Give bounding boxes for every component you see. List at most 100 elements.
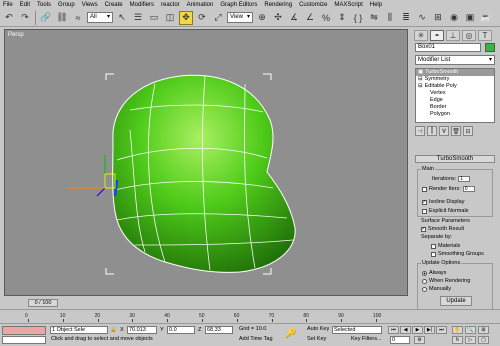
maxscript-mini-listener[interactable] [2, 336, 46, 344]
iterations-spinner[interactable]: 1 [458, 176, 471, 182]
selection-filter-dropdown[interactable]: All ▾ [87, 12, 113, 23]
always-radio[interactable] [422, 270, 427, 276]
track-bar[interactable]: 0 10 20 30 40 50 60 70 80 90 100 [0, 309, 500, 322]
make-unique-icon[interactable]: ∀ [439, 126, 449, 136]
quick-render-icon[interactable]: ☕ [479, 11, 493, 25]
smooth-result-checkbox[interactable]: ✓ [421, 226, 426, 232]
menu-item-views[interactable]: Views [82, 2, 98, 8]
perspective-viewport[interactable]: Persp [4, 29, 408, 296]
current-frame-field[interactable]: 0 [390, 336, 410, 344]
selected-dropdown[interactable]: Selected [332, 326, 382, 334]
menu-item-create[interactable]: Create [105, 2, 123, 8]
menu-item-customize[interactable]: Customize [299, 2, 327, 8]
pivot-icon[interactable]: ⊕ [255, 11, 269, 25]
tab-create-icon[interactable]: ✳ [414, 29, 428, 41]
expand-icon[interactable]: ⊟ [418, 76, 423, 83]
lock-icon[interactable]: 🔒 [110, 327, 117, 333]
select-icon[interactable]: ↖ [115, 11, 129, 25]
add-time-tag-button[interactable]: Add Time Tag [238, 336, 278, 344]
x-coordinate-field[interactable]: 70.013 [127, 326, 157, 334]
expand-icon[interactable]: ⊟ [418, 83, 423, 90]
window-crossing-icon[interactable]: ◫ [163, 11, 177, 25]
maxscript-listener[interactable] [2, 326, 46, 335]
auto-key-button[interactable]: Auto Key [306, 326, 332, 334]
coord-system-dropdown[interactable]: View ▾ [227, 12, 253, 23]
unlink-icon[interactable]: ⛓ [55, 11, 69, 25]
menu-item-graph-editors[interactable]: Graph Editors [220, 2, 257, 8]
orbit-icon[interactable]: ↻ [452, 336, 463, 344]
zoom-all-icon[interactable]: ⊞ [478, 326, 489, 334]
manually-radio[interactable] [422, 286, 427, 292]
region-select-icon[interactable]: ▭ [147, 11, 161, 25]
key-icon[interactable]: 🔑 [285, 328, 296, 339]
named-selection-icon[interactable]: { } [351, 11, 365, 25]
curve-editor-icon[interactable]: ∿ [415, 11, 429, 25]
menu-item-help[interactable]: Help [370, 2, 382, 8]
rotate-icon[interactable]: ⟳ [195, 11, 209, 25]
render-scene-icon[interactable]: ▣ [463, 11, 477, 25]
modifier-on-icon[interactable]: ▣ [418, 69, 423, 76]
smoothing-groups-checkbox[interactable] [431, 251, 436, 257]
undo-icon[interactable]: ↶ [2, 11, 16, 25]
manipulate-icon[interactable]: ✣ [271, 11, 285, 25]
stack-item[interactable]: Vertex [416, 90, 494, 97]
when-rendering-radio[interactable] [422, 278, 427, 284]
menu-item-group[interactable]: Group [58, 2, 75, 8]
z-coordinate-field[interactable]: 68.33 [205, 326, 233, 334]
menu-item-reactor[interactable]: reactor [161, 2, 180, 8]
menu-item-rendering[interactable]: Rendering [264, 2, 292, 8]
tab-modify-icon[interactable]: ◓ [430, 29, 444, 41]
stack-item[interactable]: ⊟ Symmetry [416, 76, 494, 83]
zoom-icon[interactable]: 🔍 [465, 326, 476, 334]
modifier-list-dropdown[interactable]: Modifier List ▾ [415, 55, 495, 65]
render-iters-checkbox[interactable] [422, 186, 427, 192]
layers-icon[interactable]: ≣ [399, 11, 413, 25]
update-button[interactable]: Update [440, 296, 472, 306]
play-icon[interactable]: ▶ [412, 326, 423, 334]
stack-item[interactable]: Edge [416, 97, 494, 104]
align-icon[interactable]: ⫼ [383, 11, 397, 25]
menu-item-animation[interactable]: Animation [187, 2, 214, 8]
menu-item-modifiers[interactable]: Modifiers [130, 2, 154, 8]
previous-frame-icon[interactable]: ◀ [400, 326, 411, 334]
render-iters-spinner[interactable]: 0 [462, 186, 475, 192]
menu-item-file[interactable]: File [3, 2, 13, 8]
rollout-title[interactable]: TurboSmooth [415, 155, 495, 163]
go-to-start-icon[interactable]: ⏮ [388, 326, 399, 334]
stack-item[interactable]: ▣ TurboSmooth [416, 69, 494, 76]
set-key-button[interactable]: Set Key [306, 336, 332, 344]
tab-hierarchy-icon[interactable]: ⊥ [446, 29, 460, 41]
angle-snap-icon[interactable]: ∠ [303, 11, 317, 25]
redo-icon[interactable]: ↷ [18, 11, 32, 25]
bind-spacewarp-icon[interactable]: ≈ [71, 11, 85, 25]
mirror-icon[interactable]: ⇋ [367, 11, 381, 25]
menu-item-edit[interactable]: Edit [20, 2, 30, 8]
remove-modifier-icon[interactable]: 🗑 [451, 126, 461, 136]
menu-item-tools[interactable]: Tools [37, 2, 51, 8]
pan-icon[interactable]: ✋ [452, 326, 463, 334]
move-icon[interactable]: ✥ [179, 10, 193, 25]
select-by-name-icon[interactable]: ☰ [131, 11, 145, 25]
pin-stack-icon[interactable]: ⊣ [415, 126, 425, 136]
next-frame-icon[interactable]: ▶| [424, 326, 435, 334]
go-to-end-icon[interactable]: ⏭ [436, 326, 447, 334]
scale-icon[interactable]: ⤢ [211, 11, 225, 25]
y-coordinate-field[interactable]: 0.0 [167, 326, 195, 334]
isoline-checkbox[interactable]: ✓ [422, 199, 427, 205]
spinner-snap-icon[interactable]: ⇕ [335, 11, 349, 25]
explicit-normals-checkbox[interactable] [422, 208, 427, 214]
stack-item[interactable]: Border [416, 104, 494, 111]
time-slider[interactable]: 0 / 100 [28, 299, 58, 307]
material-editor-icon[interactable]: ◉ [447, 11, 461, 25]
schematic-icon[interactable]: ⊞ [431, 11, 445, 25]
stack-item[interactable]: ⊟ Editable Poly [416, 83, 494, 90]
field-of-view-icon[interactable]: ▷ [465, 336, 476, 344]
snap-icon[interactable]: ∡ [287, 11, 301, 25]
transform-gizmo-icon[interactable] [67, 155, 116, 197]
stack-item[interactable]: Polygon [416, 111, 494, 118]
materials-checkbox[interactable] [431, 243, 436, 249]
show-end-result-icon[interactable]: ║ [427, 126, 437, 136]
key-filters-button[interactable]: Key Filters... [350, 336, 384, 344]
percent-snap-icon[interactable]: % [319, 11, 333, 25]
tab-motion-icon[interactable]: ◎ [462, 29, 476, 41]
